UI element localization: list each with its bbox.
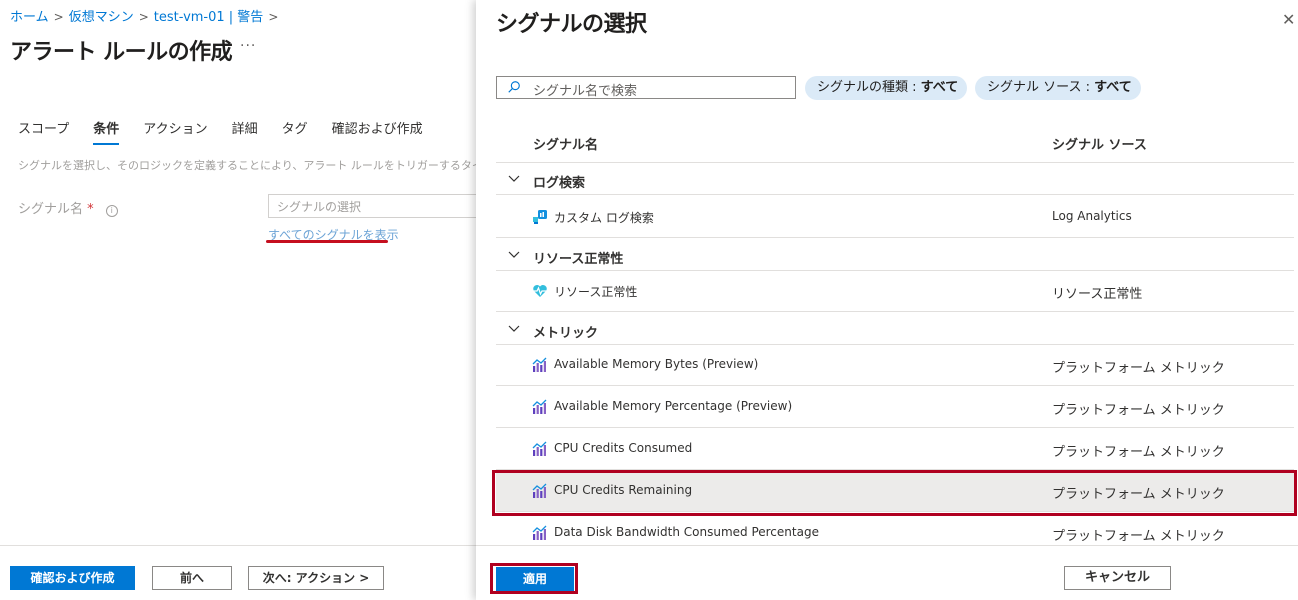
signal-row-custom-log-search[interactable]: カスタム ログ検索 Log Analytics	[496, 196, 1294, 238]
group-resource-health[interactable]: リソース正常性	[496, 239, 1294, 271]
breadcrumb: ホーム > 仮想マシン > test-vm-01 | 警告 >	[10, 6, 283, 25]
create-alert-rule-blade: ホーム > 仮想マシン > test-vm-01 | 警告 > アラート ルールの作成 ·…	[0, 0, 476, 600]
panel-title: シグナルの選択	[496, 12, 647, 37]
group-log-search[interactable]: ログ検索	[496, 163, 1294, 195]
heart-pulse-icon	[533, 285, 547, 297]
footer-divider	[476, 545, 1298, 546]
column-header-signal-source[interactable]: シグナル ソース	[1052, 134, 1147, 153]
tab-condition[interactable]: 条件	[93, 118, 120, 145]
signal-row-data-disk-bandwidth[interactable]: Data Disk Bandwidth Consumed Percentage …	[496, 512, 1294, 545]
page-title: アラート ルールの作成	[10, 40, 233, 65]
breadcrumb-home[interactable]: ホーム	[10, 10, 49, 25]
signal-row-available-memory-percentage[interactable]: Available Memory Percentage (Preview) プラ…	[496, 386, 1294, 428]
tab-tags[interactable]: タグ	[282, 118, 308, 145]
footer-divider	[0, 545, 476, 546]
close-icon[interactable]: ✕	[1282, 10, 1295, 29]
cancel-button[interactable]: キャンセル	[1064, 566, 1171, 590]
annotation-highlight-box	[492, 470, 1297, 516]
signal-row-resource-health[interactable]: リソース正常性 リソース正常性	[496, 270, 1294, 312]
filter-signal-type[interactable]: シグナルの種類 : すべて	[805, 76, 967, 100]
tab-scope[interactable]: スコープ	[18, 118, 69, 145]
required-mark: *	[87, 202, 94, 217]
more-options-icon[interactable]: ···	[240, 38, 256, 54]
group-metrics[interactable]: メトリック	[496, 313, 1294, 345]
signal-row-available-memory-bytes[interactable]: Available Memory Bytes (Preview) プラットフォー…	[496, 344, 1294, 386]
next-actions-button[interactable]: 次へ: アクション >	[248, 566, 384, 590]
signal-search-input[interactable]: シグナル名で検索	[496, 76, 796, 99]
search-icon	[508, 81, 520, 93]
breadcrumb-vm-alerts[interactable]: test-vm-01 | 警告	[154, 10, 264, 25]
signal-select-input[interactable]: シグナルの選択	[268, 194, 476, 218]
signal-name-label: シグナル名 * i	[18, 198, 118, 217]
annotation-underline	[266, 240, 388, 243]
log-analytics-icon	[533, 210, 547, 224]
chevron-down-icon	[508, 325, 520, 332]
review-create-button[interactable]: 確認および作成	[10, 566, 135, 590]
chevron-right-icon: >	[53, 10, 64, 24]
chevron-right-icon: >	[268, 10, 279, 24]
chevron-right-icon: >	[138, 10, 149, 24]
column-header-signal-name[interactable]: シグナル名	[533, 134, 598, 153]
search-placeholder: シグナル名で検索	[533, 84, 638, 99]
tab-list: スコープ 条件 アクション 詳細 タグ 確認および作成	[18, 118, 423, 145]
condition-description: シグナルを選択し、そのロジックを定義することにより、アラート ルールをトリガーす…	[18, 159, 476, 172]
breadcrumb-vms[interactable]: 仮想マシン	[69, 10, 134, 25]
tab-actions[interactable]: アクション	[143, 118, 207, 145]
metric-chart-icon	[532, 399, 547, 414]
tab-review-create[interactable]: 確認および作成	[332, 118, 423, 145]
chevron-down-icon	[508, 175, 520, 182]
metric-chart-icon	[532, 357, 547, 372]
info-icon[interactable]: i	[105, 205, 118, 217]
filter-signal-source[interactable]: シグナル ソース : すべて	[975, 76, 1141, 100]
metric-chart-icon	[532, 525, 547, 540]
tab-details[interactable]: 詳細	[232, 118, 258, 145]
signal-row-cpu-credits-consumed[interactable]: CPU Credits Consumed プラットフォーム メトリック	[496, 428, 1294, 470]
chevron-down-icon	[508, 251, 520, 258]
previous-button[interactable]: 前へ	[152, 566, 232, 590]
annotation-highlight-box	[490, 563, 578, 594]
metric-chart-icon	[532, 441, 547, 456]
